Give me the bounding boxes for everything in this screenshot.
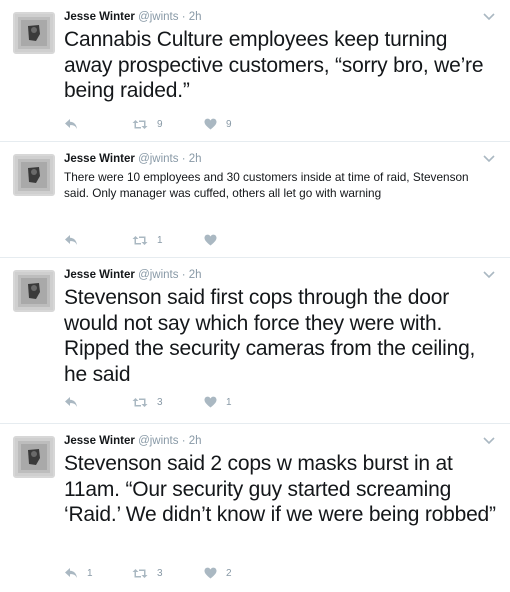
tweet-text: Stevenson said 2 cops w masks burst in a… [64, 452, 496, 526]
author-handle[interactable]: @jwints [138, 11, 178, 23]
tweet-text: There were 10 employees and 30 customers… [64, 170, 469, 200]
like-count: 9 [226, 118, 232, 130]
tweet-text: Cannabis Culture employees keep turning … [64, 28, 484, 102]
tweet-text: Stevenson said first cops through the do… [64, 286, 476, 386]
like-button[interactable] [204, 232, 226, 248]
like-count: 1 [226, 396, 232, 408]
separator: · [181, 435, 186, 447]
avatar[interactable] [13, 12, 55, 54]
timestamp[interactable]: 2h [189, 153, 202, 165]
author-handle[interactable]: @jwints [138, 435, 178, 447]
reply-icon [65, 119, 77, 129]
like-button[interactable]: 9 [204, 116, 232, 132]
timestamp[interactable]: 2h [189, 435, 202, 447]
reply-button[interactable] [64, 394, 87, 410]
retweet-icon [132, 568, 148, 578]
retweet-button[interactable]: 3 [132, 394, 163, 410]
reply-count: 1 [87, 567, 93, 579]
timestamp[interactable]: 2h [189, 11, 202, 23]
reply-button[interactable]: 1 [64, 565, 93, 581]
heart-icon [204, 234, 217, 246]
author-name[interactable]: Jesse Winter [64, 269, 135, 281]
tweet-header: Jesse Winter @jwints · 2h [64, 268, 496, 282]
reply-icon [65, 397, 77, 407]
author-name[interactable]: Jesse Winter [64, 435, 135, 447]
chevron-down-icon[interactable] [482, 436, 496, 446]
retweet-count: 3 [157, 396, 163, 408]
heart-icon [204, 396, 217, 408]
avatar[interactable] [13, 154, 55, 196]
tweet-feed: Jesse Winter @jwints · 2h Cannabis Cultu… [0, 0, 510, 592]
author-handle[interactable]: @jwints [138, 153, 178, 165]
reply-icon [65, 235, 77, 245]
tweet-actions: 9 9 [64, 116, 324, 132]
separator: · [181, 153, 186, 165]
avatar[interactable] [13, 270, 55, 312]
retweet-count: 3 [157, 567, 163, 579]
author-name[interactable]: Jesse Winter [64, 11, 135, 23]
retweet-icon [132, 119, 148, 129]
tweet[interactable]: Jesse Winter @jwints · 2h Stevenson said… [0, 424, 510, 592]
tweet-header: Jesse Winter @jwints · 2h [64, 434, 496, 448]
retweet-button[interactable]: 9 [132, 116, 163, 132]
reply-button[interactable] [64, 116, 87, 132]
retweet-count: 1 [157, 234, 163, 246]
heart-icon [204, 118, 217, 130]
tweet[interactable]: Jesse Winter @jwints · 2h Cannabis Cultu… [0, 0, 510, 142]
like-button[interactable]: 2 [204, 565, 232, 581]
like-count: 2 [226, 567, 232, 579]
retweet-count: 9 [157, 118, 163, 130]
reply-button[interactable] [64, 232, 87, 248]
avatar[interactable] [13, 436, 55, 478]
author-name[interactable]: Jesse Winter [64, 153, 135, 165]
retweet-icon [132, 235, 148, 245]
reply-icon [65, 568, 77, 578]
chevron-down-icon[interactable] [482, 12, 496, 22]
heart-icon [204, 567, 217, 579]
tweet[interactable]: Jesse Winter @jwints · 2h There were 10 … [0, 142, 510, 258]
retweet-button[interactable]: 1 [132, 232, 163, 248]
like-button[interactable]: 1 [204, 394, 232, 410]
tweet[interactable]: Jesse Winter @jwints · 2h Stevenson said… [0, 258, 510, 424]
retweet-icon [132, 397, 148, 407]
tweet-actions: 1 3 2 [64, 565, 324, 581]
retweet-button[interactable]: 3 [132, 565, 163, 581]
separator: · [181, 269, 186, 281]
timestamp[interactable]: 2h [189, 269, 202, 281]
chevron-down-icon[interactable] [482, 270, 496, 280]
separator: · [181, 11, 186, 23]
tweet-header: Jesse Winter @jwints · 2h [64, 10, 496, 24]
tweet-actions: 1 [64, 232, 324, 248]
tweet-header: Jesse Winter @jwints · 2h [64, 152, 496, 166]
chevron-down-icon[interactable] [482, 154, 496, 164]
tweet-actions: 3 1 [64, 394, 324, 410]
author-handle[interactable]: @jwints [138, 269, 178, 281]
